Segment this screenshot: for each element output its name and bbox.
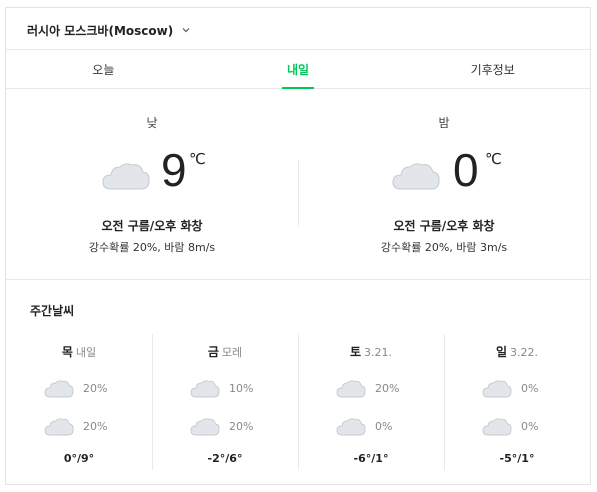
tab-bar: 오늘 내일 기후정보 — [6, 49, 590, 89]
day-name: 일 — [495, 345, 508, 359]
am-row: 20% — [6, 376, 152, 400]
weather-card: 러시아 모스크바(Moscow) 오늘 내일 기후정보 낮 9 ℃ 오전 구름/… — [5, 7, 591, 485]
am-row: 20% — [298, 376, 444, 400]
weekly-forecast: 목 내일 20% 20% 0°/9° 금 모레 10% 20% -2°/6° 토… — [6, 334, 590, 472]
rain-probability: 20% — [229, 419, 254, 433]
location-label: 러시아 모스크바(Moscow) — [27, 23, 174, 38]
weekly-day: 금 모레 10% 20% -2°/6° — [152, 334, 298, 472]
period-label: 낮 — [146, 116, 158, 130]
weather-details: 강수확률 20%, 바람 3m/s — [380, 241, 508, 254]
rain-probability: 20% — [83, 381, 108, 395]
weekly-day: 일 3.22. 0% 0% -5°/1° — [444, 334, 590, 472]
chevron-down-icon — [182, 28, 190, 33]
pm-row: 20% — [6, 414, 152, 438]
am-row: 0% — [444, 376, 590, 400]
cloudy-icon — [190, 418, 220, 436]
weekly-day: 토 3.21. 20% 0% -6°/1° — [298, 334, 444, 472]
pm-row: 20% — [152, 414, 298, 438]
day-date: 내일 — [75, 346, 97, 359]
day-forecast: 낮 9 ℃ 오전 구름/오후 화창 강수확률 20%, 바람 8m/s — [6, 90, 298, 280]
period-label: 밤 — [438, 116, 450, 130]
tab-tomorrow[interactable]: 내일 — [201, 50, 396, 88]
cloudy-icon — [482, 380, 512, 398]
day-date: 모레 — [221, 346, 243, 359]
cloudy-icon — [102, 163, 150, 190]
tab-today[interactable]: 오늘 — [6, 50, 201, 88]
weather-description: 오전 구름/오후 화창 — [393, 219, 495, 233]
pm-row: 0% — [444, 414, 590, 438]
rain-probability: 0% — [521, 419, 539, 433]
day-heading: 금 모레 — [152, 343, 298, 360]
rain-probability: 0% — [375, 419, 393, 433]
am-row: 10% — [152, 376, 298, 400]
weather-description: 오전 구름/오후 화창 — [101, 219, 203, 233]
day-night-forecast: 낮 9 ℃ 오전 구름/오후 화창 강수확률 20%, 바람 8m/s 밤 0 … — [6, 90, 590, 280]
tab-climate-info[interactable]: 기후정보 — [395, 50, 590, 88]
rain-probability: 20% — [375, 381, 400, 395]
temperature-unit: ℃ — [485, 150, 502, 168]
temperature-value: 9 — [161, 144, 187, 196]
day-heading: 일 3.22. — [444, 343, 590, 360]
weekly-title: 주간날씨 — [30, 304, 75, 318]
location-selector[interactable]: 러시아 모스크바(Moscow) — [27, 20, 191, 40]
day-name: 토 — [349, 345, 362, 359]
day-date: 3.21. — [364, 346, 393, 359]
cloudy-icon — [336, 418, 366, 436]
min-max-temp: -6°/1° — [353, 452, 389, 465]
min-max-temp: 0°/9° — [63, 452, 95, 465]
day-date: 3.22. — [510, 346, 539, 359]
weather-details: 강수확률 20%, 바람 8m/s — [88, 241, 216, 254]
cloudy-icon — [392, 163, 440, 190]
cloudy-icon — [190, 380, 220, 398]
min-max-temp: -5°/1° — [499, 452, 535, 465]
min-max-temp: -2°/6° — [207, 452, 243, 465]
cloudy-icon — [336, 380, 366, 398]
rain-probability: 20% — [83, 419, 108, 433]
day-heading: 목 내일 — [6, 343, 152, 360]
day-name: 목 — [61, 345, 73, 359]
pm-row: 0% — [298, 414, 444, 438]
night-forecast: 밤 0 ℃ 오전 구름/오후 화창 강수확률 20%, 바람 3m/s — [298, 90, 590, 280]
day-name: 금 — [207, 345, 219, 359]
cloudy-icon — [44, 418, 74, 436]
day-heading: 토 3.21. — [298, 343, 444, 360]
temperature-unit: ℃ — [189, 150, 206, 168]
rain-probability: 10% — [229, 381, 254, 395]
cloudy-icon — [44, 380, 74, 398]
weekly-day: 목 내일 20% 20% 0°/9° — [6, 334, 152, 472]
temperature-value: 0 — [453, 144, 479, 196]
rain-probability: 0% — [521, 381, 539, 395]
cloudy-icon — [482, 418, 512, 436]
